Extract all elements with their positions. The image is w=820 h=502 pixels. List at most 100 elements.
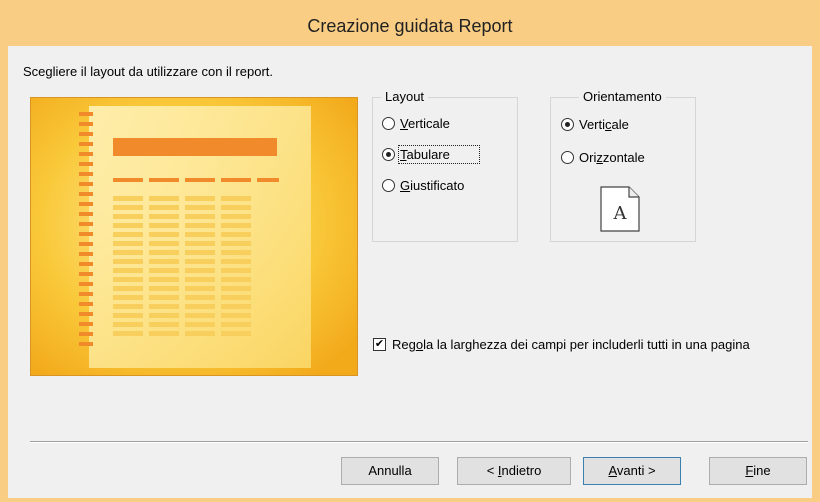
radio-orient-orizzontale[interactable]: Orizzontale <box>561 150 645 165</box>
binding-tick <box>79 332 93 336</box>
binding-tick <box>79 162 93 166</box>
preview-cell <box>221 259 251 264</box>
radio-tabulare[interactable]: Tabulare <box>382 145 480 164</box>
checkmark-icon: ✔ <box>374 338 385 350</box>
binding-tick <box>79 302 93 306</box>
fit-width-checkbox-row[interactable]: ✔ Regola la larghezza dei campi per incl… <box>373 336 803 353</box>
radio-tabulare-indicator[interactable] <box>382 148 395 161</box>
preview-cell <box>221 331 251 336</box>
preview-cell <box>221 232 251 237</box>
preview-cell <box>221 205 251 210</box>
preview-cell <box>149 250 179 255</box>
binding-tick <box>79 222 93 226</box>
window-frame-left <box>0 46 8 502</box>
preview-cell <box>185 322 215 327</box>
tabular-report-preview-icon <box>31 98 357 375</box>
preview-cell <box>221 295 251 300</box>
window-title: Creazione guidata Report <box>307 16 513 36</box>
preview-cell <box>185 286 215 291</box>
preview-cell <box>149 259 179 264</box>
orientation-group-legend: Orientamento <box>579 89 666 104</box>
cancel-button-label: Annulla <box>368 463 412 478</box>
preview-cell <box>185 313 215 318</box>
preview-cell <box>149 331 179 336</box>
preview-cell <box>113 250 143 255</box>
preview-cell <box>185 214 215 219</box>
binding-tick <box>79 172 93 176</box>
layout-group-legend: Layout <box>381 89 429 104</box>
preview-cell <box>149 241 179 246</box>
binding-tick <box>79 122 93 126</box>
preview-cell <box>113 232 143 237</box>
binding-tick <box>79 202 93 206</box>
preview-cell <box>221 250 251 255</box>
binding-tick <box>79 342 93 346</box>
back-button[interactable]: < Indietro <box>457 457 571 485</box>
next-button-label: Avanti > <box>608 463 656 478</box>
radio-orient-orizzontale-label: Orizzontale <box>579 150 645 165</box>
preview-cell <box>149 286 179 291</box>
window-frame-bottom <box>0 498 820 502</box>
preview-cell <box>185 331 215 336</box>
binding-tick <box>79 182 93 186</box>
binding-tick <box>79 212 93 216</box>
preview-cell <box>185 250 215 255</box>
preview-cell <box>149 295 179 300</box>
preview-cell <box>185 295 215 300</box>
preview-cell <box>113 214 143 219</box>
radio-giustificato-indicator[interactable] <box>382 179 395 192</box>
preview-cell <box>113 205 143 210</box>
radio-orient-verticale[interactable]: Verticale <box>561 117 629 132</box>
portrait-page-icon: A <box>600 186 640 232</box>
binding-tick <box>79 292 93 296</box>
radio-giustificato-label: Giustificato <box>400 178 465 193</box>
preview-cell <box>221 322 251 327</box>
finish-button[interactable]: Fine <box>709 457 807 485</box>
binding-tick <box>79 312 93 316</box>
preview-cell <box>221 304 251 309</box>
preview-cell <box>185 268 215 273</box>
binding-tick <box>79 322 93 326</box>
preview-cell <box>149 196 179 201</box>
binding-tick <box>79 272 93 276</box>
preview-cell <box>113 268 143 273</box>
binding-tick <box>79 132 93 136</box>
preview-cell <box>221 214 251 219</box>
finish-button-label: Fine <box>745 463 771 478</box>
preview-cell <box>185 277 215 282</box>
preview-cell <box>113 286 143 291</box>
binding-tick <box>79 192 93 196</box>
cancel-button[interactable]: Annulla <box>341 457 439 485</box>
preview-cell <box>221 277 251 282</box>
radio-verticale-indicator[interactable] <box>382 117 395 130</box>
preview-cell <box>149 268 179 273</box>
preview-cell <box>185 196 215 201</box>
preview-cell <box>221 241 251 246</box>
binding-tick <box>79 252 93 256</box>
preview-cell <box>113 223 143 228</box>
preview-cell <box>185 232 215 237</box>
preview-cell <box>221 286 251 291</box>
preview-cell <box>113 241 143 246</box>
preview-cell <box>113 259 143 264</box>
binding-tick <box>79 112 93 116</box>
preview-cell <box>185 241 215 246</box>
preview-cell <box>185 304 215 309</box>
radio-orient-verticale-indicator[interactable] <box>561 118 574 131</box>
instruction-text: Scegliere il layout da utilizzare con il… <box>23 64 274 79</box>
preview-cell <box>149 304 179 309</box>
next-button[interactable]: Avanti > <box>583 457 681 485</box>
preview-cell <box>149 277 179 282</box>
preview-cell <box>221 223 251 228</box>
radio-giustificato[interactable]: Giustificato <box>382 178 464 193</box>
preview-cell <box>113 304 143 309</box>
radio-verticale[interactable]: Verticale <box>382 116 450 131</box>
binding-tick <box>79 242 93 246</box>
preview-cell <box>221 313 251 318</box>
preview-cell <box>113 277 143 282</box>
binding-tick <box>79 152 93 156</box>
radio-verticale-label: Verticale <box>400 116 450 131</box>
fit-width-checkbox[interactable]: ✔ <box>373 338 386 351</box>
radio-orient-orizzontale-indicator[interactable] <box>561 151 574 164</box>
preview-cell <box>149 322 179 327</box>
